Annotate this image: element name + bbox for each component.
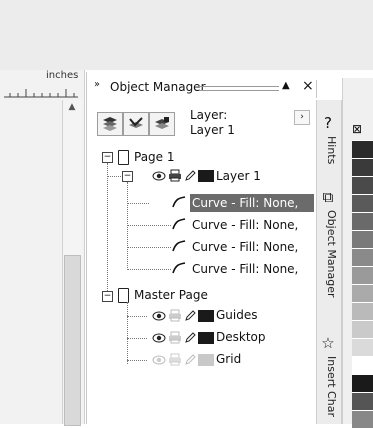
current-layer-label: Layer: — [190, 108, 228, 122]
tab-hints[interactable]: Hints — [318, 136, 338, 164]
palette-color-swatch[interactable] — [352, 374, 373, 392]
curve-icon — [172, 196, 186, 208]
palette-color-swatch[interactable] — [352, 356, 373, 374]
printer-icon[interactable] — [168, 331, 182, 344]
layer-color-swatch[interactable] — [198, 170, 214, 182]
tree-connector — [127, 302, 128, 364]
page-icon — [118, 288, 129, 303]
tree-node-curve[interactable]: Curve - Fill: None, — [192, 218, 298, 232]
pencil-icon[interactable] — [184, 331, 196, 344]
page1-expander[interactable]: − — [102, 152, 113, 163]
palette-color-swatch[interactable] — [352, 140, 373, 158]
eye-icon[interactable] — [152, 171, 166, 181]
docker-title: Object Manager — [110, 80, 206, 94]
palette-color-swatch[interactable] — [352, 212, 373, 230]
pencil-icon[interactable] — [184, 353, 196, 366]
tree-node-curve[interactable]: Curve - Fill: None, — [192, 240, 298, 254]
edit-across-layers-button[interactable] — [123, 112, 149, 136]
current-layer-name: Layer 1 — [190, 123, 235, 137]
star-icon[interactable]: ☆ — [319, 334, 337, 352]
tab-object-manager[interactable]: Object Manager — [318, 210, 338, 298]
tree-connector — [127, 247, 171, 248]
tree-connector — [127, 203, 149, 204]
printer-icon[interactable] — [168, 353, 182, 366]
tree-connector — [127, 269, 171, 270]
layers-properties-icon — [103, 117, 117, 131]
layer-color-swatch[interactable] — [198, 354, 214, 366]
master-page-expander[interactable]: − — [102, 291, 113, 302]
title-divider — [199, 90, 279, 91]
question-arrow-icon[interactable]: ? — [319, 114, 337, 132]
tree-node-page1[interactable]: Page 1 — [134, 150, 175, 164]
scroll-up-button[interactable]: ▲ — [64, 102, 80, 116]
tree-node-layer1[interactable]: Layer 1 — [216, 169, 261, 183]
tree-connector — [107, 176, 121, 177]
palette-color-swatch[interactable] — [352, 338, 373, 356]
palette-color-swatch[interactable] — [352, 320, 373, 338]
palette-color-swatch[interactable] — [352, 266, 373, 284]
layers-icon[interactable]: ⧉ — [319, 188, 337, 206]
eye-icon[interactable] — [152, 311, 166, 321]
ruler-unit-label: inches — [46, 70, 79, 81]
tree-connector — [107, 163, 108, 297]
tree-node-curve[interactable]: Curve - Fill: None, — [192, 196, 298, 210]
title-divider — [199, 86, 279, 87]
palette-color-swatch[interactable] — [352, 230, 373, 248]
curve-icon — [172, 218, 186, 230]
horizontal-ruler — [4, 89, 78, 98]
show-properties-button[interactable] — [97, 112, 123, 136]
tree-node-guides[interactable]: Guides — [216, 308, 258, 322]
palette-color-swatch[interactable] — [352, 302, 373, 320]
pencil-icon[interactable] — [184, 309, 196, 322]
palette-color-swatch[interactable] — [352, 410, 373, 428]
printer-icon[interactable] — [168, 309, 182, 322]
edit-layers-icon — [129, 117, 143, 128]
palette-color-swatch[interactable] — [352, 194, 373, 212]
palette-color-swatch[interactable] — [352, 176, 373, 194]
docker-grip-icon[interactable]: ›› — [94, 79, 100, 90]
tree-connector — [127, 338, 147, 339]
curve-icon — [172, 240, 186, 252]
close-docker-button[interactable]: × — [302, 78, 314, 94]
eye-icon[interactable] — [152, 355, 166, 365]
layer-color-swatch[interactable] — [198, 310, 214, 322]
top-toolbar-area — [0, 0, 373, 70]
layer-view-icon — [155, 117, 169, 129]
tree-connector — [127, 360, 147, 361]
palette-color-swatch[interactable] — [352, 158, 373, 176]
palette-color-swatch[interactable] — [352, 248, 373, 266]
palette-color-swatch[interactable] — [352, 392, 373, 410]
collapse-docker-button[interactable]: ▲ — [282, 80, 290, 91]
palette-color-swatch[interactable] — [352, 284, 373, 302]
page-icon — [118, 150, 129, 165]
tree-connector — [127, 225, 171, 226]
eye-icon[interactable] — [152, 333, 166, 343]
layer-color-swatch[interactable] — [198, 332, 214, 344]
tree-connector — [127, 316, 147, 317]
tab-insert-character[interactable]: Insert Char — [318, 356, 338, 417]
no-color-icon[interactable]: ⊠ — [352, 122, 362, 136]
tree-connector — [127, 182, 128, 270]
scrollbar-thumb[interactable] — [64, 255, 81, 426]
tree-node-grid[interactable]: Grid — [216, 352, 241, 366]
pencil-icon[interactable] — [184, 169, 196, 182]
tree-node-desktop[interactable]: Desktop — [216, 330, 266, 344]
tree-node-curve[interactable]: Curve - Fill: None, — [192, 262, 298, 276]
divider — [316, 80, 317, 98]
layer1-expander[interactable]: − — [122, 171, 133, 182]
tree-node-master-page[interactable]: Master Page — [134, 288, 208, 302]
layer-manager-view-button[interactable] — [149, 112, 175, 136]
layer-menu-button[interactable]: › — [294, 110, 310, 125]
printer-icon[interactable] — [168, 169, 182, 182]
curve-icon — [172, 262, 186, 274]
